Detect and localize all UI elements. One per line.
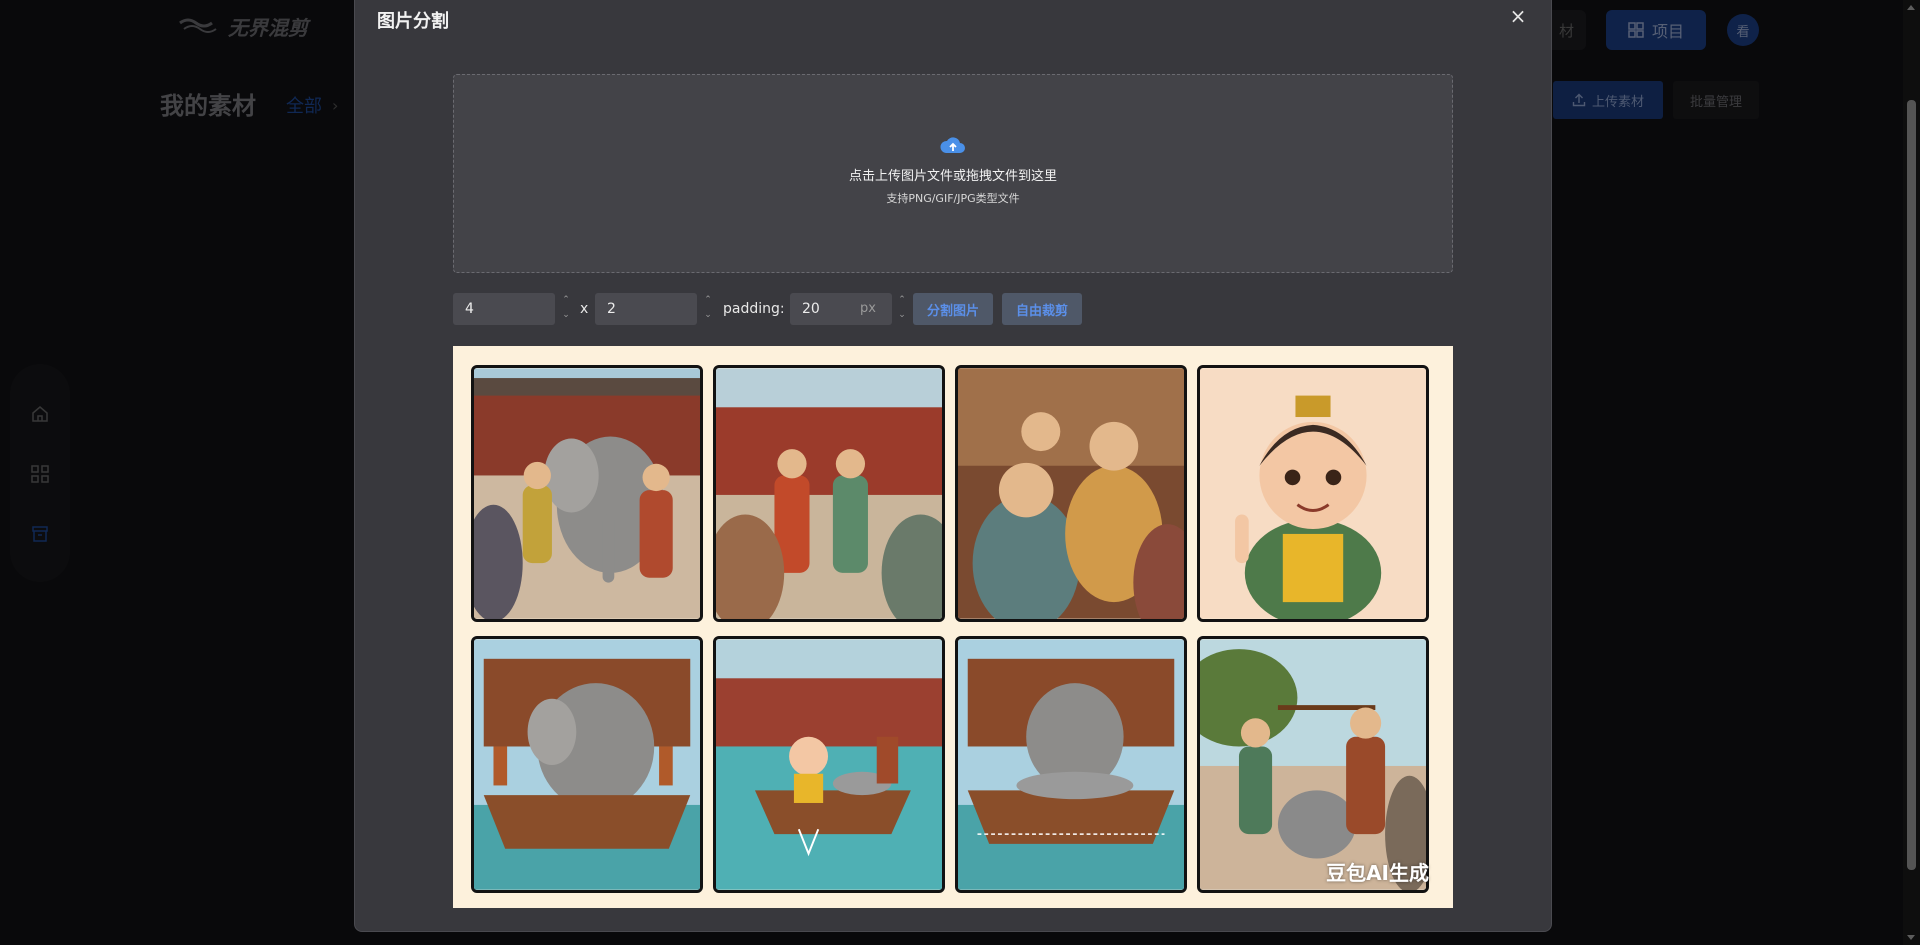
boat-with-stones-image [958, 639, 1184, 890]
elephant-courtyard-image [474, 368, 700, 619]
preview-tile-officials-discussing[interactable] [955, 365, 1187, 622]
officials-discussing-image [958, 368, 1184, 619]
columns-input[interactable]: 4 [453, 293, 555, 325]
boy-raising-finger-image [1200, 368, 1426, 619]
free-crop-button[interactable]: 自由裁剪 [1002, 293, 1082, 325]
times-label: x [580, 301, 589, 317]
padding-input[interactable]: 20 [790, 293, 892, 325]
preview-tile-officials-gathering[interactable] [713, 365, 945, 622]
boy-marking-boat-image [716, 639, 942, 890]
weighing-stones-image [1200, 639, 1426, 890]
padding-unit: px [860, 301, 876, 316]
split-controls: 4 ⌃ ⌄ x 2 ⌃ ⌄ padding: 20 px ⌃ ⌄ 分割图片 自由裁剪 [453, 293, 1453, 325]
columns-stepper[interactable]: ⌃ ⌄ [559, 293, 573, 325]
ai-watermark: 豆包AI生成 [1326, 861, 1429, 885]
close-icon[interactable]: × [1507, 5, 1529, 27]
dropzone-hint-text: 支持PNG/GIF/JPG类型文件 [886, 192, 1020, 205]
preview-tile-weighing-stones[interactable] [1197, 636, 1429, 893]
image-preview[interactable]: 豆包AI生成 [453, 346, 1453, 908]
rows-stepper[interactable]: ⌃ ⌄ [701, 293, 715, 325]
preview-tile-elephant-courtyard[interactable] [471, 365, 703, 622]
elephant-on-boat-image [474, 639, 700, 890]
padding-label: padding: [723, 301, 785, 317]
rows-input[interactable]: 2 [595, 293, 697, 325]
padding-stepper[interactable]: ⌃ ⌄ [895, 293, 909, 325]
preview-tile-boy-raising-finger[interactable] [1197, 365, 1429, 622]
officials-gathering-image [716, 368, 942, 619]
preview-tile-boat-with-stones[interactable] [955, 636, 1187, 893]
preview-tile-elephant-on-boat[interactable] [471, 636, 703, 893]
dropzone-main-text: 点击上传图片文件或拖拽文件到这里 [848, 169, 1057, 184]
image-split-dialog: 图片分割 × 点击上传图片文件或拖拽文件到这里 支持PNG/GIF/JPG类型文… [354, 0, 1552, 932]
split-image-button[interactable]: 分割图片 [913, 293, 993, 325]
upload-dropzone[interactable]: 点击上传图片文件或拖拽文件到这里 支持PNG/GIF/JPG类型文件 [453, 74, 1453, 273]
cloud-upload-icon [940, 137, 965, 153]
preview-tile-boy-marking-boat[interactable] [713, 636, 945, 893]
dialog-title: 图片分割 [377, 11, 449, 32]
